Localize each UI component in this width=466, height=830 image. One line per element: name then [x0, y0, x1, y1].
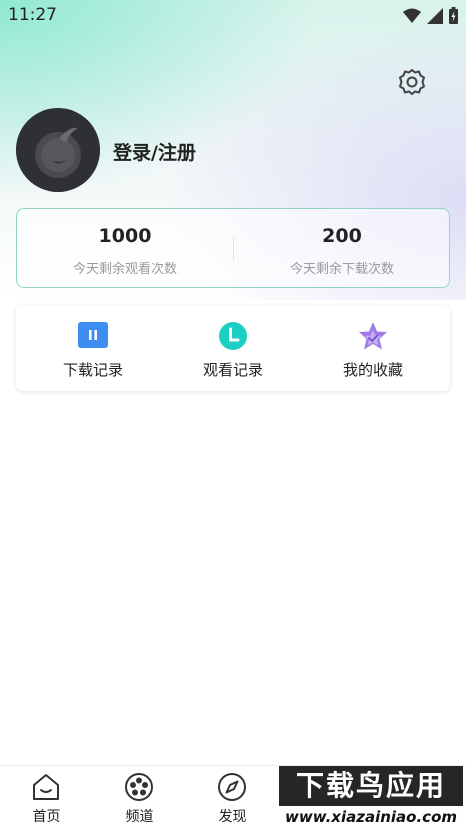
download-record-icon	[78, 322, 108, 348]
tab-discover-label: 发现	[218, 809, 247, 825]
signal-icon	[427, 7, 443, 24]
download-record-label: 下载记录	[62, 361, 123, 379]
wifi-icon	[403, 8, 421, 23]
watch-record-button[interactable]: 观看记录	[161, 305, 305, 391]
home-icon	[33, 774, 59, 800]
tab-home[interactable]: 首页	[0, 766, 93, 830]
watermark: 下载鸟应用 www.xiazainiao.com	[279, 766, 463, 828]
favorites-label: 我的收藏	[342, 361, 403, 379]
gear-icon	[399, 69, 425, 95]
status-icons	[403, 7, 458, 24]
watch-quota-label: 今天剩余观看次数	[72, 262, 177, 277]
shortcut-card: 下载记录 观看记录 我的收藏	[16, 305, 450, 391]
quota-card: 1000 今天剩余观看次数 200 今天剩余下载次数	[16, 208, 450, 288]
watch-quota: 1000 今天剩余观看次数	[17, 209, 233, 289]
tab-channels[interactable]: 频道	[93, 766, 186, 830]
download-quota-label: 今天剩余下载次数	[289, 262, 394, 277]
film-reel-icon	[125, 773, 153, 801]
tab-discover[interactable]: 发现	[186, 766, 279, 830]
tab-home-label: 首页	[32, 809, 61, 825]
watermark-title: 下载鸟应用	[279, 766, 463, 806]
avatar[interactable]	[16, 108, 100, 192]
status-bar: 11:27	[0, 0, 466, 32]
download-quota-value: 200	[322, 225, 362, 247]
login-register-link[interactable]: 登录/注册	[113, 138, 196, 165]
download-record-button[interactable]: 下载记录	[21, 305, 165, 391]
watermark-url: www.xiazainiao.com	[279, 806, 463, 828]
default-avatar-icon	[16, 108, 100, 192]
settings-button[interactable]	[397, 67, 427, 97]
favorites-button[interactable]: 我的收藏	[301, 305, 445, 391]
compass-icon	[218, 773, 246, 801]
watch-record-label: 观看记录	[202, 361, 263, 379]
clock-icon	[219, 322, 247, 350]
star-icon	[359, 322, 387, 350]
tab-channels-label: 频道	[125, 809, 154, 825]
status-time: 11:27	[8, 5, 57, 25]
battery-icon	[449, 7, 458, 24]
watch-quota-value: 1000	[98, 225, 152, 247]
download-quota: 200 今天剩余下载次数	[234, 209, 450, 289]
